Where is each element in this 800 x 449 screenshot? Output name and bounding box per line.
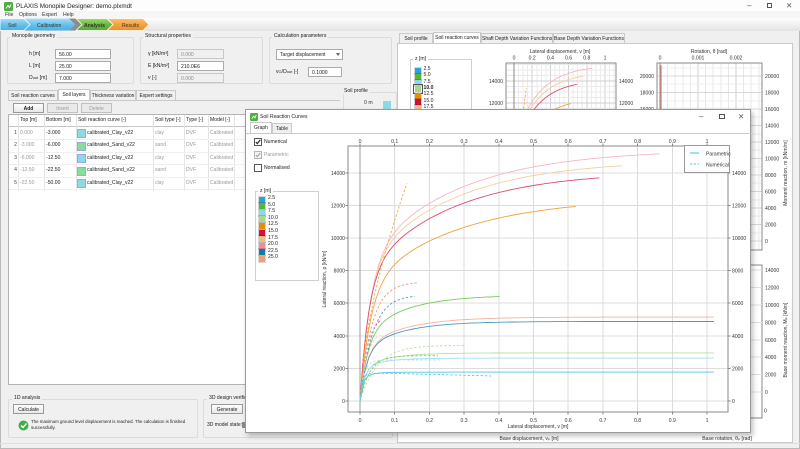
svg-text:4000: 4000 <box>732 334 743 340</box>
svg-text:2000: 2000 <box>765 223 776 229</box>
svg-text:0.1: 0.1 <box>391 418 398 424</box>
svg-text:12000: 12000 <box>489 101 503 107</box>
svg-text:0.8: 0.8 <box>583 56 590 62</box>
svg-text:12000: 12000 <box>732 203 746 209</box>
svg-text:20000: 20000 <box>765 74 779 80</box>
svg-text:20000: 20000 <box>640 74 654 80</box>
svg-text:2000: 2000 <box>732 366 743 372</box>
svg-text:12000: 12000 <box>619 101 633 107</box>
svg-text:Rotation, θ [rad]: Rotation, θ [rad] <box>691 49 728 55</box>
svg-text:14000: 14000 <box>619 79 633 85</box>
svg-text:Parametric: Parametric <box>706 152 731 158</box>
svg-text:Numerical: Numerical <box>706 163 729 169</box>
svg-text:Lateral displacement, v [m]: Lateral displacement, v [m] <box>530 49 591 55</box>
svg-text:8000: 8000 <box>732 269 743 275</box>
svg-text:8000: 8000 <box>765 173 776 179</box>
svg-text:18000: 18000 <box>640 91 654 97</box>
svg-text:Calibration: Calibration <box>37 23 62 29</box>
svg-text:0.4: 0.4 <box>495 418 502 424</box>
svg-text:8000: 8000 <box>334 269 345 275</box>
svg-text:0: 0 <box>342 399 345 405</box>
svg-text:10000: 10000 <box>765 303 779 309</box>
svg-text:0.002: 0.002 <box>730 56 743 62</box>
svg-text:12000: 12000 <box>765 140 779 146</box>
svg-text:0: 0 <box>659 56 662 62</box>
svg-text:0.4: 0.4 <box>547 56 554 62</box>
svg-text:10000: 10000 <box>765 157 779 163</box>
svg-text:0.001: 0.001 <box>692 56 705 62</box>
svg-text:14000: 14000 <box>765 268 779 274</box>
svg-text:0: 0 <box>732 399 735 405</box>
svg-text:14000: 14000 <box>732 171 746 177</box>
svg-text:4000: 4000 <box>334 334 345 340</box>
svg-text:Base rotation, θₚ [rad]: Base rotation, θₚ [rad] <box>702 436 752 442</box>
svg-text:0: 0 <box>359 418 362 424</box>
svg-text:14000: 14000 <box>765 124 779 130</box>
svg-text:18000: 18000 <box>765 91 779 97</box>
svg-text:Results: Results <box>122 23 139 29</box>
svg-text:14000: 14000 <box>331 171 345 177</box>
svg-text:10000: 10000 <box>732 236 746 242</box>
svg-text:12000: 12000 <box>331 203 345 209</box>
svg-text:6000: 6000 <box>732 301 743 307</box>
svg-text:1: 1 <box>706 418 709 424</box>
svg-text:2000: 2000 <box>334 366 345 372</box>
svg-text:0.6: 0.6 <box>565 56 572 62</box>
svg-text:Lateral reaction, p [kN/m]: Lateral reaction, p [kN/m] <box>322 250 328 307</box>
svg-text:Base displacement, vₚ [m]: Base displacement, vₚ [m] <box>499 436 559 442</box>
svg-text:14000: 14000 <box>489 79 503 85</box>
svg-text:Base moment reaction, Mₚ [kNm]: Base moment reaction, Mₚ [kNm] <box>783 302 789 378</box>
svg-text:12000: 12000 <box>765 286 779 292</box>
svg-text:16000: 16000 <box>765 107 779 113</box>
svg-text:0.7: 0.7 <box>599 418 606 424</box>
svg-text:0.9: 0.9 <box>669 418 676 424</box>
svg-text:1: 1 <box>604 56 607 62</box>
svg-text:0: 0 <box>765 390 768 396</box>
svg-text:0: 0 <box>765 239 768 245</box>
svg-text:10000: 10000 <box>331 236 345 242</box>
svg-text:4000: 4000 <box>765 206 776 212</box>
svg-text:4000: 4000 <box>765 355 776 361</box>
svg-text:2000: 2000 <box>765 373 776 379</box>
svg-text:6000: 6000 <box>765 190 776 196</box>
svg-text:0: 0 <box>513 56 516 62</box>
svg-text:6000: 6000 <box>334 301 345 307</box>
svg-text:6000: 6000 <box>765 338 776 344</box>
svg-text:Moment reaction, m [kNm/m]: Moment reaction, m [kNm/m] <box>783 140 789 206</box>
svg-text:Analysis: Analysis <box>84 23 105 29</box>
svg-text:0: 0 <box>764 409 767 415</box>
svg-text:Soil: Soil <box>8 23 17 29</box>
svg-text:Lateral displacement, v [m]: Lateral displacement, v [m] <box>508 424 569 430</box>
svg-text:0.2: 0.2 <box>426 418 433 424</box>
svg-text:8000: 8000 <box>765 320 776 326</box>
svg-text:0.2: 0.2 <box>529 56 536 62</box>
svg-text:0.3: 0.3 <box>461 418 468 424</box>
svg-text:0.8: 0.8 <box>634 418 641 424</box>
